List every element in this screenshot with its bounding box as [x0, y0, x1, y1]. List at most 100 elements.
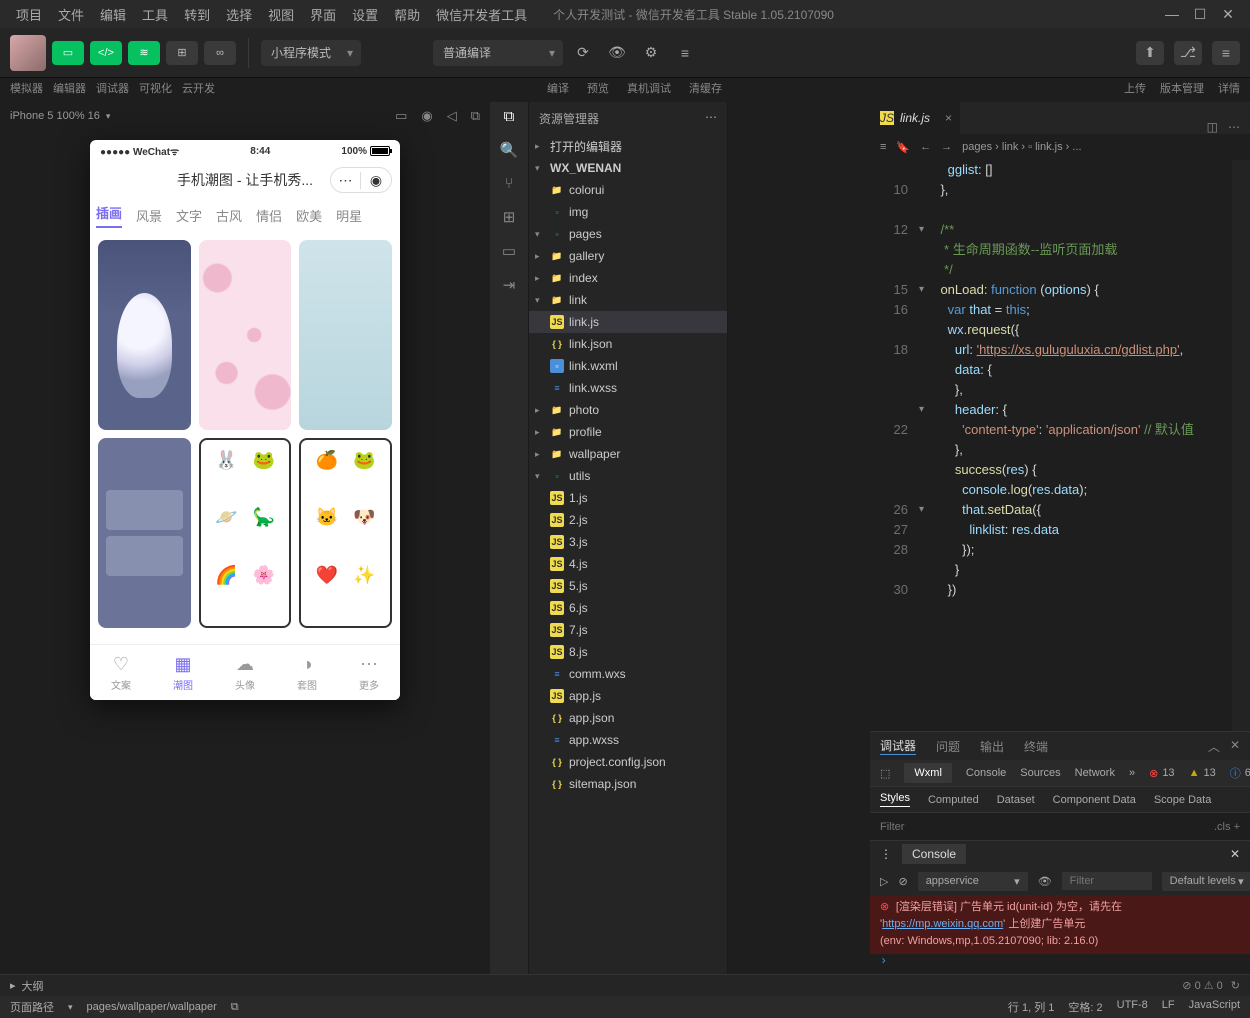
tree-node[interactable]: JS2.js — [529, 509, 727, 531]
wallpaper-item[interactable] — [199, 240, 292, 430]
tabbar-item[interactable]: ◑套图 — [276, 645, 338, 700]
wallpaper-item[interactable] — [98, 240, 191, 430]
category-tab[interactable]: 欧美 — [296, 206, 322, 225]
file-tree[interactable]: ▸打开的编辑器 ▾WX_WENAN 📁colorui▫img▾▫pages▸📁g… — [529, 135, 727, 795]
tree-node[interactable]: JS5.js — [529, 575, 727, 597]
scope-dropdown[interactable]: appservice▾ — [918, 872, 1028, 891]
debugger-button[interactable]: ≋ — [128, 41, 160, 65]
wallpaper-item[interactable]: 🍊🐸🐱🐶❤️✨ — [299, 438, 392, 628]
tree-node[interactable]: ▫img — [529, 201, 727, 223]
nav-back-icon[interactable]: ← — [920, 141, 931, 153]
sync-icon[interactable]: ↻ — [1231, 979, 1240, 992]
tree-node[interactable]: JSlink.js — [529, 311, 727, 333]
menu-item[interactable]: 工具 — [134, 8, 176, 23]
ext-icon[interactable]: ⊞ — [503, 208, 516, 226]
upload-button[interactable]: ⬆ — [1136, 41, 1164, 65]
preview-button[interactable]: 👁 — [603, 41, 631, 65]
editor-button[interactable]: </> — [90, 41, 122, 65]
files-icon[interactable]: ⧉ — [504, 108, 515, 125]
tree-node[interactable]: { }project.config.json — [529, 751, 727, 773]
filter-input[interactable]: Filter — [880, 821, 904, 833]
devtools-tab[interactable]: Wxml — [904, 763, 952, 783]
tabbar-item[interactable]: ⋯更多 — [338, 645, 400, 700]
tree-section[interactable]: ▾WX_WENAN — [529, 157, 727, 179]
tree-node[interactable]: 📁colorui — [529, 179, 727, 201]
tree-node[interactable]: ▸📁profile — [529, 421, 727, 443]
tree-node[interactable]: ▸📁gallery — [529, 245, 727, 267]
console-tab[interactable]: Console — [902, 844, 966, 864]
tree-node[interactable]: JS4.js — [529, 553, 727, 575]
console-menu-icon[interactable]: ⋮ — [880, 847, 892, 861]
cloud-button[interactable]: ∞ — [204, 41, 236, 65]
console-prompt[interactable]: › — [870, 954, 1250, 974]
list-icon[interactable]: ≡ — [880, 141, 886, 153]
tree-node[interactable]: ▸📁photo — [529, 399, 727, 421]
panel-tab[interactable]: 问题 — [936, 738, 960, 755]
tree-node[interactable]: ≡link.wxss — [529, 377, 727, 399]
panel-tab[interactable]: 终端 — [1024, 738, 1048, 755]
status-issues[interactable]: ⊘ 0 ⚠ 0 — [1182, 979, 1222, 992]
panel-tab[interactable]: 输出 — [980, 738, 1004, 755]
menu-item[interactable]: 帮助 — [386, 8, 428, 23]
menu-item[interactable]: 文件 — [50, 8, 92, 23]
tabbar-item[interactable]: ☁头像 — [214, 645, 276, 700]
tree-node[interactable]: ≡app.wxss — [529, 729, 727, 751]
split-icon[interactable]: ◫ — [1207, 120, 1218, 134]
remote-debug-button[interactable]: ⚙ — [637, 41, 665, 65]
devtools-tab[interactable]: Network — [1075, 767, 1115, 779]
capsule-menu[interactable]: ⋯◉ — [330, 167, 392, 193]
styles-tab[interactable]: Styles — [880, 792, 910, 807]
category-tabs[interactable]: 插画风景文字古风情侣欧美明星 — [90, 198, 400, 232]
category-tab[interactable]: 情侣 — [256, 206, 282, 225]
info-count[interactable]: 6 — [1245, 767, 1250, 779]
bottom-tabbar[interactable]: ♡文案▦潮图☁头像◑套图⋯更多 — [90, 644, 400, 700]
close-button[interactable]: ✕ — [1214, 6, 1242, 23]
tree-node[interactable]: ▸📁index — [529, 267, 727, 289]
editor-tab[interactable]: JS link.js × — [870, 102, 960, 134]
tree-section[interactable]: ▸打开的编辑器 — [529, 135, 727, 157]
clear-cache-button[interactable]: ≡ — [671, 41, 699, 65]
inspect-icon[interactable]: ⬚ — [880, 767, 890, 780]
category-tab[interactable]: 文字 — [176, 206, 202, 225]
clear-icon[interactable]: ⊘ — [898, 875, 907, 888]
user-avatar[interactable] — [10, 35, 46, 71]
panel-tab[interactable]: 调试器 — [880, 737, 916, 755]
tree-node[interactable]: { }sitemap.json — [529, 773, 727, 795]
menu-item[interactable]: 视图 — [260, 8, 302, 23]
details-button[interactable]: ≡ — [1212, 41, 1240, 65]
phone-simulator[interactable]: ●●●●● WeChatᯤ 8:44 100% 手机潮图 - 让手机秀... ⋯… — [90, 140, 400, 700]
levels-dropdown[interactable]: Default levels▾ — [1162, 872, 1250, 891]
eye-icon[interactable]: 👁 — [1038, 875, 1052, 888]
tree-node[interactable]: ▾▫pages — [529, 223, 727, 245]
category-tab[interactable]: 插画 — [96, 203, 122, 228]
tree-node[interactable]: JS8.js — [529, 641, 727, 663]
simulator-button[interactable]: ▭ — [52, 41, 84, 65]
menu-item[interactable]: 界面 — [302, 8, 344, 23]
outline-section[interactable]: ▸大纲 ⊘ 0 ⚠ 0↻ — [0, 974, 1250, 996]
minimap[interactable] — [1232, 160, 1250, 731]
nav-fwd-icon[interactable]: → — [941, 141, 952, 153]
add-rule-icon[interactable]: + — [1234, 821, 1240, 833]
styles-tab[interactable]: Computed — [928, 794, 979, 806]
compile-dropdown[interactable]: 普通编译 — [433, 40, 563, 66]
status-item[interactable]: UTF-8 — [1117, 999, 1148, 1015]
tabbar-item[interactable]: ♡文案 — [90, 645, 152, 700]
category-tab[interactable]: 古风 — [216, 206, 242, 225]
close-console-icon[interactable]: ✕ — [1230, 847, 1240, 861]
close-panel-icon[interactable]: ✕ — [1230, 738, 1240, 755]
menu-item[interactable]: 项目 — [8, 8, 50, 23]
tree-node[interactable]: JS3.js — [529, 531, 727, 553]
page-path[interactable]: pages/wallpaper/wallpaper — [87, 1001, 217, 1013]
tree-node[interactable]: ▸📁wallpaper — [529, 443, 727, 465]
tabbar-item[interactable]: ▦潮图 — [152, 645, 214, 700]
console-filter-input[interactable] — [1062, 872, 1152, 890]
minimize-button[interactable]: — — [1158, 6, 1186, 22]
category-tab[interactable]: 风景 — [136, 206, 162, 225]
tree-node[interactable]: ≡comm.wxs — [529, 663, 727, 685]
more-icon[interactable]: ⋯ — [1228, 120, 1240, 134]
status-item[interactable]: JavaScript — [1189, 999, 1240, 1015]
category-tab[interactable]: 明星 — [336, 206, 362, 225]
tree-node[interactable]: JS7.js — [529, 619, 727, 641]
sim-icon[interactable]: ◉ — [421, 108, 432, 124]
more-icon[interactable]: ⋯ — [705, 110, 717, 127]
